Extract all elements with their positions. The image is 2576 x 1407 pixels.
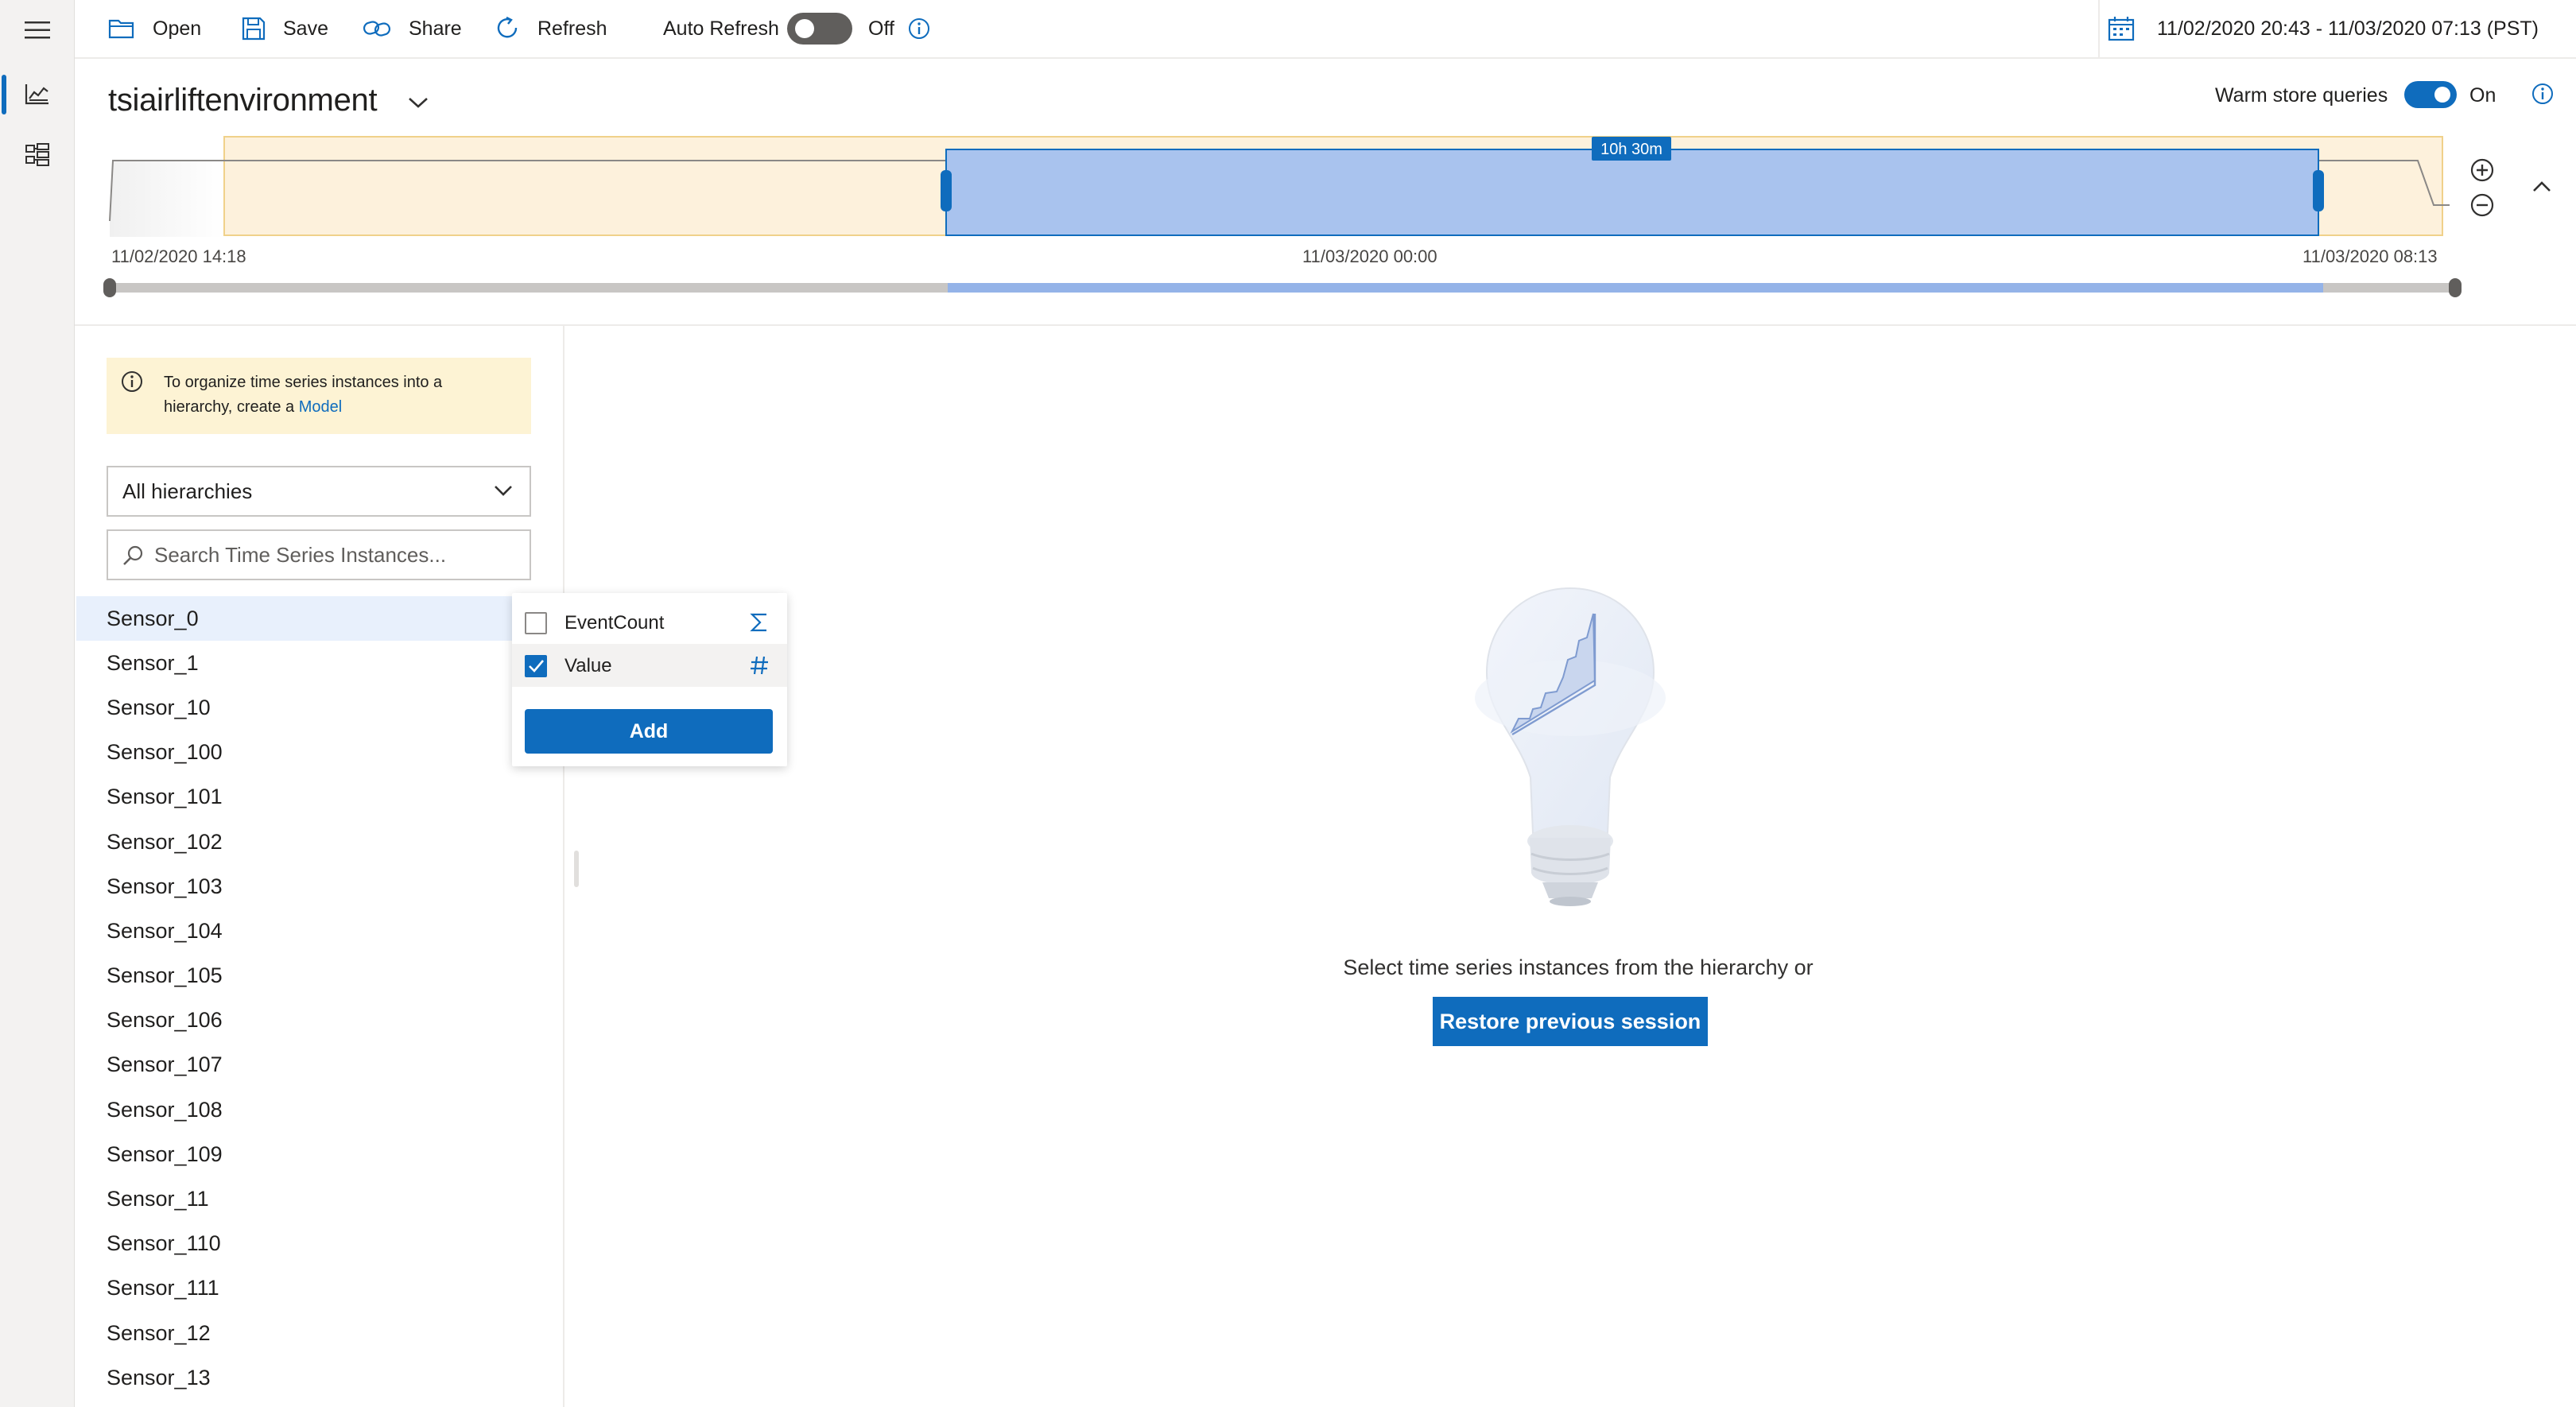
chevron-down-icon[interactable] xyxy=(407,95,429,110)
calendar-icon xyxy=(2108,17,2135,41)
sigma-icon xyxy=(750,613,766,632)
info-icon xyxy=(122,371,142,392)
axis-label-mid: 11/03/2020 00:00 xyxy=(1302,246,1437,266)
time-slider-selection[interactable] xyxy=(948,283,2323,293)
sensor-list-item[interactable]: Sensor_0 xyxy=(76,596,514,641)
info-icon[interactable] xyxy=(2531,83,2554,105)
selection-handle-left[interactable] xyxy=(941,170,952,211)
variable-option-eventcount[interactable]: EventCount xyxy=(512,601,787,644)
add-button[interactable]: Add xyxy=(525,709,773,754)
hamburger-menu-button[interactable] xyxy=(0,0,75,60)
refresh-icon xyxy=(497,17,518,38)
duration-badge: 10h 30m xyxy=(1600,141,1662,158)
sensor-list-item[interactable]: Sensor_101 xyxy=(76,775,514,820)
variable-label: EventCount xyxy=(564,612,665,634)
auto-refresh-info-button[interactable] xyxy=(908,0,948,57)
refresh-button[interactable]: Refresh xyxy=(496,0,607,57)
info-icon xyxy=(909,18,929,39)
sensor-list-item[interactable]: Sensor_109 xyxy=(76,1132,514,1176)
availability-chart[interactable]: 10h 30m xyxy=(108,134,2454,237)
toggle-knob xyxy=(795,19,814,38)
model-hierarchy-icon xyxy=(25,143,49,166)
sensor-list-item[interactable]: Sensor_105 xyxy=(76,954,514,998)
variable-popover: EventCount Value Add xyxy=(512,593,787,766)
sensor-list-item[interactable]: Sensor_1 xyxy=(76,641,514,685)
line-chart-icon xyxy=(25,84,48,105)
sensor-list: Sensor_0 Sensor_1 Sensor_10 Sensor_100 Senso… xyxy=(76,596,514,1400)
save-label: Save xyxy=(283,17,328,40)
open-label: Open xyxy=(153,17,202,40)
refresh-label: Refresh xyxy=(537,17,607,40)
save-button[interactable]: Save xyxy=(242,0,328,57)
checkbox-checked[interactable] xyxy=(525,655,547,677)
hierarchy-select[interactable]: All hierarchies xyxy=(107,466,531,517)
warm-store-label: Warm store queries xyxy=(2215,84,2388,107)
lightbulb-illustration xyxy=(1475,587,1666,906)
sensor-list-item[interactable]: Sensor_111 xyxy=(76,1266,514,1311)
model-info-banner: To organize time series instances into a… xyxy=(107,358,531,434)
sensor-list-item[interactable]: Sensor_107 xyxy=(76,1043,514,1087)
warm-store-state: On xyxy=(2469,84,2496,107)
zoom-in-icon[interactable] xyxy=(2469,157,2495,183)
sensor-list-item[interactable]: Sensor_108 xyxy=(76,1087,514,1132)
rail-model-button[interactable] xyxy=(0,124,75,184)
sensor-list-item[interactable]: Sensor_102 xyxy=(76,820,514,864)
search-input[interactable] xyxy=(154,542,512,568)
folder-open-icon xyxy=(108,19,134,39)
time-slider-start-handle[interactable] xyxy=(103,278,116,297)
sensor-list-item[interactable]: Sensor_12 xyxy=(76,1311,514,1355)
checkmark-icon xyxy=(529,660,544,672)
top-toolbar: Open Save Share Refresh Auto Refresh Off… xyxy=(75,0,2576,59)
variable-option-value[interactable]: Value xyxy=(512,644,787,687)
chevron-up-icon[interactable] xyxy=(2531,180,2552,194)
sensor-list-item[interactable]: Sensor_103 xyxy=(76,864,514,909)
zoom-out-icon[interactable] xyxy=(2469,192,2495,218)
sensor-list-item[interactable]: Sensor_10 xyxy=(76,685,514,730)
checkbox[interactable] xyxy=(525,612,547,634)
date-range-text: 11/02/2020 20:43 - 11/03/2020 07:13 (PST… xyxy=(2157,17,2539,40)
share-label: Share xyxy=(409,17,462,40)
hash-icon xyxy=(751,656,768,675)
hamburger-icon xyxy=(25,21,50,39)
axis-label-start: 11/02/2020 14:18 xyxy=(111,246,246,266)
open-button[interactable]: Open xyxy=(108,0,201,57)
selection-range[interactable] xyxy=(945,149,2319,236)
sensor-list-item[interactable]: Sensor_104 xyxy=(76,909,514,953)
search-icon xyxy=(123,545,143,565)
environment-name[interactable]: tsiairliftenvironment xyxy=(108,83,378,118)
link-icon xyxy=(363,21,391,37)
time-slider-end-handle[interactable] xyxy=(2449,278,2462,297)
save-icon xyxy=(242,17,266,41)
share-button[interactable]: Share xyxy=(363,0,462,57)
availability-area-left xyxy=(110,161,224,237)
axis-label-end: 11/03/2020 08:13 xyxy=(2302,246,2438,266)
chevron-down-icon xyxy=(495,486,512,496)
empty-state-message: Select time series instances from the hi… xyxy=(1343,955,1814,979)
panel-resize-handle[interactable] xyxy=(574,851,579,887)
hierarchy-select-value: All hierarchies xyxy=(122,479,253,503)
auto-refresh-state: Off xyxy=(868,17,894,40)
left-rail xyxy=(0,0,75,1407)
restore-session-button[interactable]: Restore previous session xyxy=(1433,997,1708,1046)
model-link[interactable]: Model xyxy=(299,398,342,416)
auto-refresh-label: Auto Refresh xyxy=(663,17,779,40)
variable-label: Value xyxy=(564,655,612,676)
sensor-list-item[interactable]: Sensor_13 xyxy=(76,1355,514,1400)
sensor-list-item[interactable]: Sensor_11 xyxy=(76,1176,514,1221)
search-box xyxy=(107,529,531,580)
selection-handle-right[interactable] xyxy=(2313,170,2324,211)
toggle-knob xyxy=(2434,87,2450,103)
rail-analyze-button[interactable] xyxy=(0,64,75,124)
sensor-list-item[interactable]: Sensor_110 xyxy=(76,1222,514,1266)
warm-store-toggle[interactable] xyxy=(2404,81,2457,108)
sensor-list-item[interactable]: Sensor_106 xyxy=(76,998,514,1043)
auto-refresh-toggle[interactable] xyxy=(787,13,852,45)
sensor-list-item[interactable]: Sensor_100 xyxy=(76,731,514,775)
date-range-picker[interactable]: 11/02/2020 20:43 - 11/03/2020 07:13 (PST… xyxy=(2098,0,2576,57)
